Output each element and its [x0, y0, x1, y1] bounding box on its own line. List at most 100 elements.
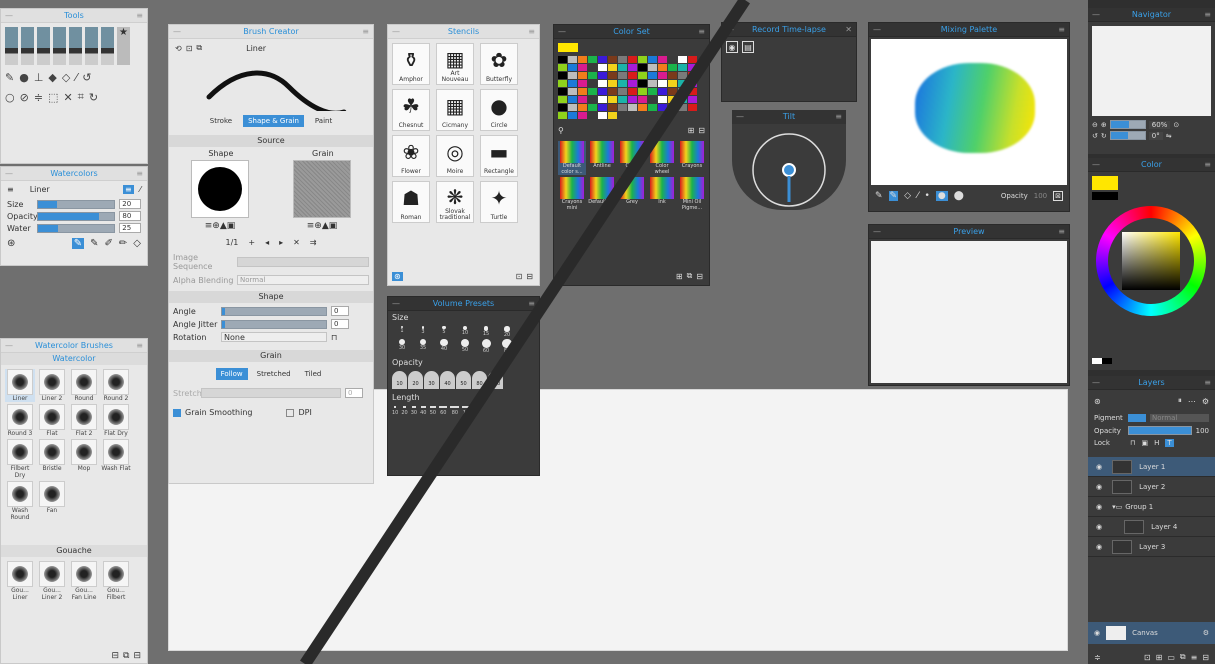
- angle-jitter-slider[interactable]: [221, 319, 327, 329]
- current-swatch[interactable]: [558, 43, 578, 52]
- length-preset[interactable]: 80: [450, 406, 460, 416]
- layer-tool-icon[interactable]: ⊛: [1094, 397, 1101, 406]
- stretch-slider[interactable]: [201, 388, 341, 398]
- rotation-value[interactable]: 0°: [1148, 131, 1163, 140]
- brush-preset[interactable]: Gou... Liner: [5, 561, 35, 601]
- shape-header[interactable]: Shape: [169, 291, 373, 303]
- tool-pen-icon[interactable]: ✎: [90, 238, 98, 249]
- color-swatch[interactable]: [638, 56, 647, 63]
- color-swatch[interactable]: [568, 104, 577, 111]
- export-icon[interactable]: ▤: [742, 41, 754, 53]
- visibility-icon[interactable]: ◉: [1096, 503, 1102, 511]
- color-swatch[interactable]: [608, 72, 617, 79]
- transform-icon[interactable]: ≑: [34, 91, 43, 104]
- color-swatch[interactable]: [688, 96, 697, 103]
- color-swatch[interactable]: [618, 72, 627, 79]
- color-set-item[interactable]: Antline: [588, 141, 616, 175]
- color-swatch[interactable]: [568, 88, 577, 95]
- color-swatch[interactable]: [568, 56, 577, 63]
- round-brush-icon[interactable]: [21, 27, 34, 65]
- color-swatch[interactable]: [578, 64, 587, 71]
- medium-dot-icon[interactable]: ●: [935, 191, 948, 201]
- color-swatch[interactable]: [668, 72, 677, 79]
- color-set-item[interactable]: Ink: [648, 177, 676, 211]
- lock-icon[interactable]: ⊓: [331, 333, 337, 342]
- color-swatch[interactable]: [568, 72, 577, 79]
- mix-pen-icon[interactable]: ✎: [888, 191, 899, 201]
- brush-preset[interactable]: Flat Dry: [101, 404, 131, 437]
- color-swatch[interactable]: [608, 112, 617, 119]
- stencil-item[interactable]: ☗ Roman: [392, 181, 430, 223]
- color-swatch[interactable]: [608, 88, 617, 95]
- water-drop-icon[interactable]: ○: [5, 91, 15, 104]
- opacity-preset[interactable]: 80: [472, 371, 487, 390]
- length-preset[interactable]: 50: [429, 406, 437, 416]
- visibility-icon[interactable]: ◉: [1096, 523, 1102, 531]
- color-swatch[interactable]: [648, 88, 657, 95]
- layer-row[interactable]: ◉ Layer 2: [1088, 477, 1215, 497]
- color-swatch[interactable]: [638, 80, 647, 87]
- delete-layer-icon[interactable]: ⊟: [1202, 653, 1209, 662]
- grip-icon[interactable]: —: [392, 25, 400, 39]
- grain-smoothing-checkbox[interactable]: [173, 408, 181, 417]
- rotate-left-icon[interactable]: ↺: [1092, 132, 1098, 140]
- menu-icon[interactable]: ≡: [1058, 23, 1065, 37]
- color-swatch[interactable]: [668, 56, 677, 63]
- zoom-slider[interactable]: [1109, 120, 1146, 129]
- grip-icon[interactable]: —: [1092, 158, 1100, 172]
- canvas-visibility-icon[interactable]: ◉: [1094, 629, 1100, 637]
- layer-import-icon[interactable]: ⊡: [1144, 653, 1151, 662]
- size-slider[interactable]: [36, 199, 116, 209]
- duplicate-icon[interactable]: ⧉: [196, 43, 202, 53]
- color-swatch[interactable]: [628, 80, 637, 87]
- color-swatch[interactable]: [658, 80, 667, 87]
- cut-icon[interactable]: ✕: [63, 91, 72, 104]
- color-swatch[interactable]: [588, 96, 597, 103]
- menu-icon[interactable]: ≡: [698, 25, 705, 39]
- color-swatch[interactable]: [638, 88, 647, 95]
- color-set-item[interactable]: Crayons mini: [558, 177, 586, 211]
- rotation-select[interactable]: None: [221, 332, 327, 342]
- stencil-item[interactable]: ▬ Rectangle: [480, 135, 518, 177]
- grip-icon[interactable]: —: [5, 9, 13, 23]
- tab-shape-grain[interactable]: Shape & Grain: [243, 115, 304, 127]
- stencil-item[interactable]: ● Circle: [480, 89, 518, 131]
- opacity-preset[interactable]: 20: [408, 371, 423, 390]
- color-swatch[interactable]: [678, 80, 687, 87]
- color-swatch[interactable]: [638, 64, 647, 71]
- color-swatch[interactable]: [678, 104, 687, 111]
- menu-icon[interactable]: ≡: [528, 297, 535, 311]
- more-icon[interactable]: ⇉: [310, 238, 317, 247]
- length-preset[interactable]: 20: [401, 406, 408, 416]
- selection-icon[interactable]: ⬚: [48, 91, 58, 104]
- color-swatch[interactable]: [598, 112, 607, 119]
- add-layer-icon[interactable]: ⊞: [1156, 653, 1163, 662]
- brush-preset[interactable]: Flat 2: [69, 404, 99, 437]
- visibility-icon[interactable]: ◉: [1096, 543, 1102, 551]
- color-swatch[interactable]: [558, 72, 567, 79]
- color-swatch[interactable]: [648, 64, 657, 71]
- color-swatch[interactable]: [628, 88, 637, 95]
- color-swatch[interactable]: [638, 104, 647, 111]
- zoom-value[interactable]: 60%: [1148, 120, 1171, 129]
- grip-icon[interactable]: —: [873, 225, 881, 239]
- water-slider[interactable]: [36, 223, 116, 233]
- current-color-swatch[interactable]: [1092, 176, 1118, 190]
- lock-text-icon[interactable]: T: [1165, 439, 1174, 447]
- opacity-preset[interactable]: 50: [456, 371, 471, 390]
- pause-icon[interactable]: ⏸: [1178, 396, 1182, 406]
- grain-mode-follow[interactable]: Follow: [215, 368, 248, 380]
- stencil-item[interactable]: ❀ Flower: [392, 135, 430, 177]
- layer-row[interactable]: ◉ Layer 1: [1088, 457, 1215, 477]
- shape-thumbnail[interactable]: [191, 160, 249, 218]
- filbert-brush-icon[interactable]: [69, 27, 82, 65]
- opacity-preset[interactable]: 100: [488, 371, 503, 390]
- flip-icon[interactable]: ⇋: [1166, 132, 1172, 140]
- white-swatch[interactable]: [1092, 358, 1102, 364]
- color-swatch[interactable]: [598, 56, 607, 63]
- angle-slider[interactable]: [221, 306, 327, 316]
- group-gouache-header[interactable]: Gouache: [1, 545, 147, 557]
- record-icon[interactable]: ◉: [726, 41, 738, 53]
- remove-swatch-icon[interactable]: ⊟: [698, 126, 705, 135]
- menu-icon[interactable]: ≡: [136, 339, 143, 353]
